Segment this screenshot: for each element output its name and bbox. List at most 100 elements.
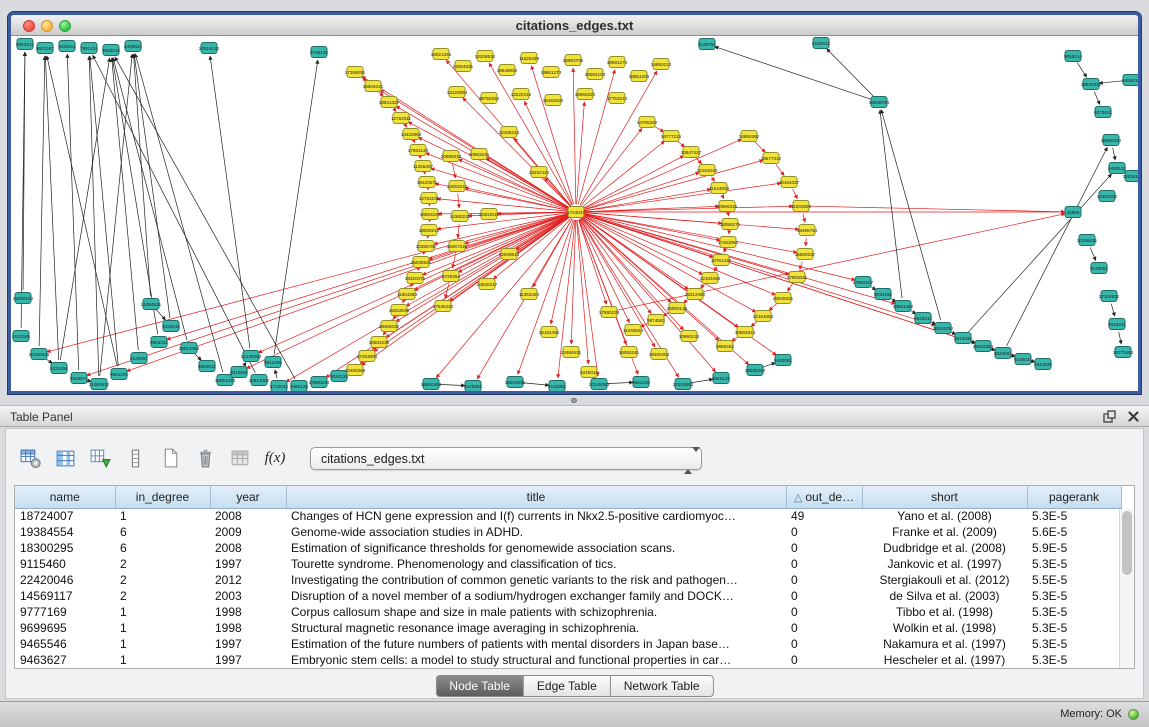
graph-node[interactable]: 16851203 bbox=[629, 71, 650, 82]
splitter-handle[interactable] bbox=[571, 398, 577, 403]
graph-node[interactable]: 13220415 bbox=[511, 89, 532, 100]
graph-edge[interactable] bbox=[722, 195, 724, 198]
graph-node[interactable]: 9345671 bbox=[70, 373, 88, 384]
graph-node[interactable]: 11353420 bbox=[519, 289, 540, 300]
graph-node[interactable]: 9145062 bbox=[1090, 263, 1108, 274]
graph-node[interactable]: 18059371 bbox=[720, 219, 741, 230]
graph-node[interactable]: 12183456 bbox=[700, 273, 721, 284]
graph-node[interactable]: 9245031 bbox=[1014, 354, 1032, 365]
graph-node[interactable]: 17104532 bbox=[1099, 291, 1120, 302]
graph-node[interactable]: 10647427 bbox=[681, 147, 702, 158]
graph-edge[interactable] bbox=[715, 47, 872, 100]
graph-edge[interactable] bbox=[1119, 332, 1122, 344]
table-row[interactable]: 1456911722003Disruption of a novel membe… bbox=[15, 588, 1121, 604]
graph-edge[interactable] bbox=[696, 158, 701, 164]
graph-edge[interactable] bbox=[806, 238, 807, 246]
graph-node[interactable]: 9054213 bbox=[16, 39, 34, 50]
graph-edge[interactable] bbox=[1077, 63, 1086, 78]
graph-edge[interactable] bbox=[1099, 81, 1123, 83]
graph-node[interactable]: 15312480 bbox=[685, 289, 706, 300]
graph-node[interactable]: 19861273 bbox=[541, 67, 562, 78]
row-height-button[interactable] bbox=[121, 444, 149, 472]
graph-node[interactable]: 8231456 bbox=[50, 363, 68, 374]
graph-edge[interactable] bbox=[112, 58, 157, 334]
graph-node[interactable]: 17263054 bbox=[718, 237, 739, 248]
graph-edge[interactable] bbox=[439, 384, 465, 385]
graph-edge[interactable] bbox=[1094, 91, 1100, 104]
graph-node[interactable]: 12161043 bbox=[697, 165, 718, 176]
graph-node[interactable]: 17204953 bbox=[673, 379, 694, 390]
graph-node[interactable]: 11534609 bbox=[791, 201, 812, 212]
graph-node[interactable]: 16604021 bbox=[363, 81, 384, 92]
graph-node[interactable]: 18320471 bbox=[405, 273, 426, 284]
close-panel-button[interactable] bbox=[1128, 411, 1139, 422]
graph-node[interactable]: 9034156 bbox=[874, 289, 892, 300]
scrollbar-thumb[interactable] bbox=[1122, 511, 1132, 575]
column-header-year[interactable]: year bbox=[210, 486, 286, 508]
graph-node[interactable]: 9245012 bbox=[580, 367, 598, 378]
graph-node[interactable]: 8130412 bbox=[812, 38, 830, 49]
graph-node[interactable]: 16920453 bbox=[421, 379, 442, 390]
graph-edge[interactable] bbox=[724, 249, 725, 252]
graph-node[interactable]: 21084531 bbox=[141, 299, 162, 310]
graph-node[interactable]: 19013453 bbox=[179, 343, 200, 354]
graph-node[interactable]: 1724047 bbox=[567, 207, 585, 218]
graph-edge[interactable] bbox=[405, 125, 407, 127]
column-header-pagerank[interactable]: pagerank bbox=[1027, 486, 1121, 508]
graph-node[interactable]: 14380215 bbox=[450, 211, 471, 222]
graph-edge[interactable] bbox=[607, 382, 633, 383]
graph-node[interactable]: 18204531 bbox=[505, 377, 526, 388]
graph-edge[interactable] bbox=[195, 354, 202, 361]
graph-node[interactable]: 14850362 bbox=[739, 131, 760, 142]
graph-node[interactable]: 9642013 bbox=[914, 313, 932, 324]
graph-node[interactable]: 14850213 bbox=[651, 59, 672, 70]
graph-node[interactable]: 10356782 bbox=[416, 241, 437, 252]
graph-node[interactable]: 10584913 bbox=[735, 327, 756, 338]
graph-node[interactable]: 17590236 bbox=[599, 307, 620, 318]
graph-edge[interactable] bbox=[275, 370, 277, 378]
graph-node[interactable]: 16963705 bbox=[563, 55, 584, 66]
graph-node[interactable]: 18750342 bbox=[479, 93, 500, 104]
delete-table-button[interactable] bbox=[226, 444, 254, 472]
graph-node[interactable]: 15956320 bbox=[575, 89, 596, 100]
graph-edge[interactable] bbox=[654, 126, 664, 132]
table-row[interactable]: 977716911998Corpus callosum shape and si… bbox=[15, 604, 1121, 620]
graph-node[interactable]: 16162530 bbox=[543, 95, 564, 106]
graph-node[interactable]: 9273412 bbox=[1094, 107, 1112, 118]
table-row[interactable]: 946554611997Estimation of the future num… bbox=[15, 636, 1121, 652]
graph-edge[interactable] bbox=[524, 101, 572, 204]
graph-edge[interactable] bbox=[584, 183, 781, 211]
graph-edge[interactable] bbox=[751, 321, 757, 326]
graph-node[interactable]: 11525439 bbox=[519, 53, 540, 64]
table-row[interactable]: 946362711997Embryonic stem cells: a mode… bbox=[15, 652, 1121, 668]
window-titlebar[interactable]: citations_edges.txt bbox=[11, 15, 1138, 36]
graph-edge[interactable] bbox=[394, 108, 396, 111]
graph-node[interactable]: 14453102 bbox=[1097, 191, 1118, 202]
column-header-title[interactable]: title bbox=[286, 486, 786, 508]
graph-node[interactable]: 17890234 bbox=[309, 377, 330, 388]
graph-node[interactable]: 13093216 bbox=[447, 181, 468, 192]
graph-edge[interactable] bbox=[167, 214, 569, 339]
graph-edge[interactable] bbox=[403, 301, 404, 303]
graph-node[interactable]: 9462051 bbox=[774, 355, 792, 366]
graph-edge[interactable] bbox=[112, 58, 139, 350]
network-graph[interactable]: 9054213862134792501147891234983201584509… bbox=[11, 36, 1138, 391]
column-header-in_degree[interactable]: in_degree bbox=[115, 486, 210, 508]
graph-node[interactable]: 11045823 bbox=[623, 325, 644, 336]
graph-edge[interactable] bbox=[776, 164, 784, 175]
graph-node[interactable]: 12753105 bbox=[419, 193, 440, 204]
graph-edge[interactable] bbox=[880, 110, 902, 298]
graph-edge[interactable] bbox=[453, 164, 456, 178]
column-header-name[interactable]: name bbox=[15, 486, 115, 508]
graph-edge[interactable] bbox=[1113, 148, 1116, 160]
graph-node[interactable]: 18021345 bbox=[431, 49, 452, 60]
graph-edge[interactable] bbox=[486, 158, 569, 208]
graph-edge[interactable] bbox=[113, 58, 187, 341]
graph-node[interactable]: 9460513 bbox=[1108, 163, 1126, 174]
graph-node[interactable]: 14420963 bbox=[401, 129, 422, 140]
graph-edge[interactable] bbox=[584, 214, 896, 304]
graph-node[interactable]: 9726354 bbox=[442, 271, 460, 282]
graph-edge[interactable] bbox=[1090, 247, 1096, 260]
graph-node[interactable]: 13120654 bbox=[447, 87, 468, 98]
graph-node[interactable]: 16648794 bbox=[869, 97, 890, 108]
